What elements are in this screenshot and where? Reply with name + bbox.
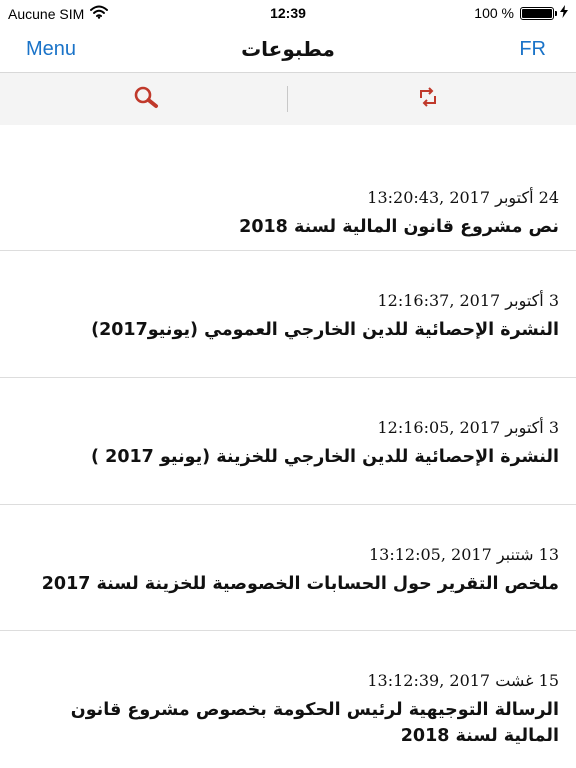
publication-title: النشرة الإحصائية للدين الخارجي العمومي (…	[91, 320, 559, 340]
list-item[interactable]: 24 أكتوبر 2017 ,13:20:43 نص مشروع قانون …	[0, 125, 576, 251]
charging-icon	[560, 5, 568, 21]
refresh-icon	[415, 85, 441, 113]
battery-icon	[520, 6, 557, 20]
page-title: مطبوعات	[241, 37, 335, 61]
publication-date: 3 أكتوبر 2017 ,12:16:37	[377, 291, 559, 310]
battery-label: 100 %	[474, 5, 514, 21]
publication-title: ملخص التقرير حول الحسابات الخصوصية للخزي…	[41, 574, 559, 594]
toolbar	[0, 73, 576, 125]
list-item[interactable]: 15 غشت 2017 ,13:12:39 الرسالة التوجيهية …	[0, 631, 576, 768]
publication-date: 15 غشت 2017 ,13:12:39	[367, 671, 559, 690]
list-item[interactable]: 3 أكتوبر 2017 ,12:16:05 النشرة الإحصائية…	[0, 378, 576, 505]
publication-title: نص مشروع قانون المالية لسنة 2018	[239, 217, 559, 237]
publication-date: 24 أكتوبر 2017 ,13:20:43	[367, 188, 559, 207]
search-icon	[132, 85, 162, 113]
publication-date: 13 شتنبر 2017 ,13:12:05	[369, 545, 559, 564]
search-button[interactable]	[131, 85, 163, 113]
publication-date: 3 أكتوبر 2017 ,12:16:05	[377, 418, 559, 437]
list-item[interactable]: 13 شتنبر 2017 ,13:12:05 ملخص التقرير حول…	[0, 505, 576, 631]
navigation-bar: Menu مطبوعات FR	[0, 28, 576, 73]
publication-title: الرسالة التوجيهية لرئيس الحكومة بخصوص مش…	[70, 700, 559, 746]
refresh-button[interactable]	[412, 85, 444, 113]
status-bar: Aucune SIM 12:39 100 %	[0, 0, 576, 28]
language-button[interactable]: FR	[519, 38, 546, 61]
publication-title: النشرة الإحصائية للدين الخارجي للخزينة (…	[91, 447, 559, 467]
status-right: 100 %	[474, 5, 568, 21]
toolbar-divider	[287, 86, 288, 112]
list-item[interactable]: 3 أكتوبر 2017 ,12:16:37 النشرة الإحصائية…	[0, 251, 576, 378]
